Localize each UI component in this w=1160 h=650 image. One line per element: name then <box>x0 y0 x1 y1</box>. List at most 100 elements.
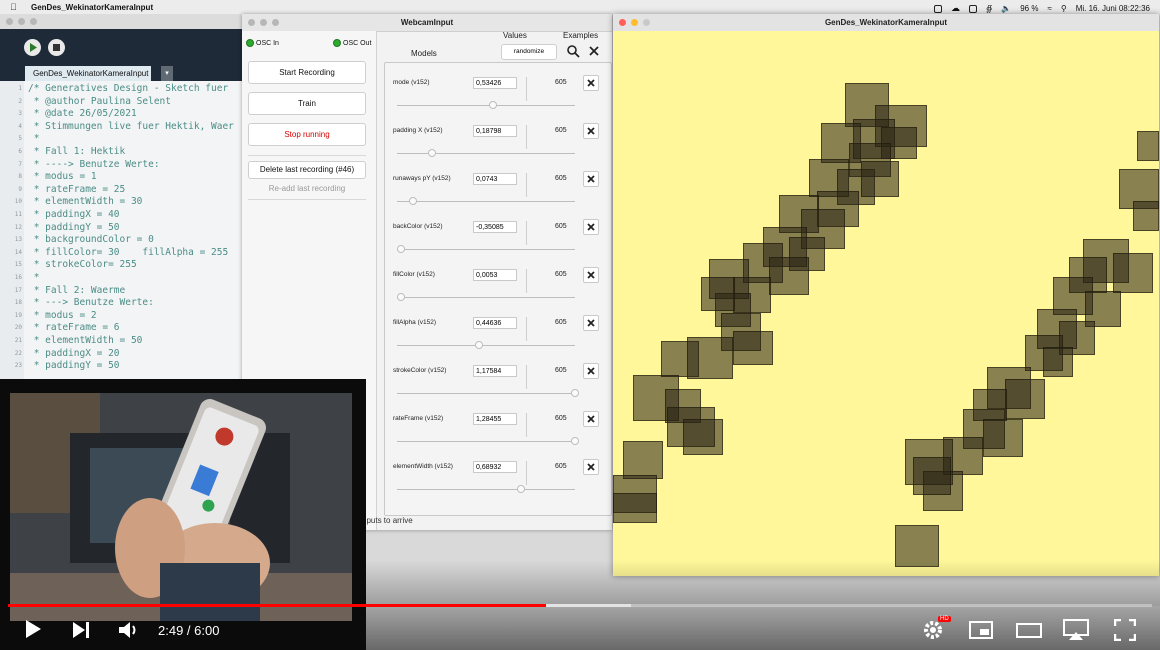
parameter-slider-thumb[interactable] <box>571 389 579 397</box>
delete-examples-button[interactable] <box>583 459 599 475</box>
randomize-button[interactable]: randomize <box>501 44 557 60</box>
apple-menu-icon[interactable]:  <box>10 2 17 12</box>
delete-examples-button[interactable] <box>583 363 599 379</box>
parameter-slider-track[interactable] <box>397 441 575 442</box>
parameter-value-field[interactable]: 1,17584 <box>473 365 517 377</box>
delete-examples-button[interactable] <box>583 411 599 427</box>
parameter-slider-thumb[interactable] <box>489 101 498 109</box>
code-line[interactable]: * @author Paulina Selent <box>28 96 171 107</box>
code-line[interactable]: * Fall 2: Waerme <box>28 285 126 296</box>
parameter-value-field[interactable]: 0,68932 <box>473 461 517 473</box>
parameter-value-field[interactable]: 0,0053 <box>473 269 517 281</box>
play-icon[interactable] <box>24 619 42 645</box>
parameter-value-field[interactable]: 0,0743 <box>473 173 517 185</box>
code-line[interactable]: * paddingY = 50 <box>28 222 120 233</box>
code-line[interactable]: * modus = 2 <box>28 310 97 321</box>
parameter-slider-track[interactable] <box>397 201 575 202</box>
minimize-window-button[interactable] <box>18 18 25 25</box>
close-window-button[interactable] <box>6 18 13 25</box>
parameter-slider-thumb[interactable] <box>397 245 405 253</box>
output-close-button[interactable] <box>619 19 626 26</box>
output-minimize-button[interactable] <box>631 19 638 26</box>
code-line[interactable]: * backgroundColor = 0 <box>28 234 154 245</box>
wek-zoom-button[interactable] <box>272 19 279 26</box>
next-icon[interactable] <box>71 620 91 646</box>
parameter-slider-thumb[interactable] <box>428 149 437 157</box>
wifi-icon[interactable]: ≈ <box>1047 4 1051 13</box>
code-line[interactable]: * paddingX = 40 <box>28 209 120 220</box>
stop-button[interactable] <box>48 39 65 56</box>
code-line[interactable]: * strokeColor= 255 <box>28 259 137 270</box>
train-button[interactable]: Train <box>248 92 366 115</box>
bluetooth-icon[interactable]: ∯ <box>986 4 992 13</box>
parameter-slider-track[interactable] <box>397 249 575 250</box>
parameter-value-field[interactable]: -0,35085 <box>473 221 517 233</box>
parameter-slider-thumb[interactable] <box>475 341 484 349</box>
code-line[interactable]: * paddingX = 20 <box>28 348 120 359</box>
window-icon[interactable] <box>968 4 977 13</box>
cloud-icon[interactable]: ☁ <box>951 3 960 14</box>
menubar-clock[interactable]: Mi. 16. Juni 08:22:36 <box>1076 4 1150 13</box>
parameter-slider-track[interactable] <box>397 297 575 298</box>
code-line[interactable]: * Stimmungen live fuer Hektik, Waer <box>28 121 234 132</box>
theater-icon[interactable] <box>1016 620 1042 646</box>
parameter-value-field[interactable]: 0,44636 <box>473 317 517 329</box>
code-line[interactable]: /* Generatives Design - Sketch fuer <box>28 83 228 94</box>
delete-all-examples-icon[interactable] <box>587 44 601 58</box>
code-line[interactable]: * paddingY = 50 <box>28 360 120 371</box>
search-icon[interactable]: ⚲ <box>1061 4 1067 13</box>
delete-examples-button[interactable] <box>583 75 599 91</box>
parameter-slider-thumb[interactable] <box>517 485 526 493</box>
start-recording-button[interactable]: Start Recording <box>248 61 366 84</box>
code-line[interactable]: * fillColor= 30 fillAlpha = 255 <box>28 247 228 258</box>
volume-status-icon[interactable]: 🔈 <box>1001 4 1011 13</box>
menubar-app-name[interactable]: GenDes_WekinatorKameraInput <box>31 3 153 12</box>
battery-text[interactable]: 96 % <box>1020 4 1038 13</box>
volume-icon[interactable] <box>118 620 140 646</box>
parameter-slider-track[interactable] <box>397 105 575 106</box>
code-line[interactable]: * ----> Benutze Werte: <box>28 159 160 170</box>
zoom-window-button[interactable] <box>30 18 37 25</box>
code-line[interactable]: * elementWidth = 50 <box>28 335 143 346</box>
readd-last-recording-button[interactable]: Re-add last recording <box>248 184 366 193</box>
code-line[interactable]: * rateFrame = 25 <box>28 184 126 195</box>
fullscreen-icon[interactable] <box>1113 618 1137 647</box>
delete-examples-button[interactable] <box>583 219 599 235</box>
stop-running-button[interactable]: Stop running <box>248 123 366 146</box>
parameter-slider-track[interactable] <box>397 393 575 394</box>
code-line[interactable]: * elementWidth = 30 <box>28 196 143 207</box>
generative-canvas[interactable] <box>613 31 1159 576</box>
wek-close-button[interactable] <box>248 19 255 26</box>
parameter-slider-thumb[interactable] <box>571 437 579 445</box>
code-line[interactable]: * <box>28 272 40 283</box>
miniplayer-icon[interactable] <box>969 620 993 646</box>
output-zoom-button[interactable] <box>643 19 650 26</box>
code-line[interactable]: * ---> Benutze Werte: <box>28 297 154 308</box>
parameter-slider-track[interactable] <box>397 345 575 346</box>
delete-examples-button[interactable] <box>583 123 599 139</box>
tab-menu-icon[interactable]: ▾ <box>161 66 173 81</box>
wek-minimize-button[interactable] <box>260 19 267 26</box>
code-line[interactable]: * @date 26/05/2021 <box>28 108 137 119</box>
delete-examples-button[interactable] <box>583 315 599 331</box>
parameter-slider-track[interactable] <box>397 153 575 154</box>
delete-examples-button[interactable] <box>583 171 599 187</box>
record-status-icon[interactable] <box>933 4 942 13</box>
run-button[interactable] <box>24 39 41 56</box>
parameter-value-field[interactable]: 1,28455 <box>473 413 517 425</box>
code-line[interactable]: * <box>28 133 40 144</box>
code-line[interactable]: * modus = 1 <box>28 171 97 182</box>
parameter-slider-thumb[interactable] <box>409 197 418 205</box>
parameter-value-field[interactable]: 0,18798 <box>473 125 517 137</box>
airplay-icon[interactable] <box>1063 619 1089 647</box>
settings-icon[interactable] <box>922 619 944 647</box>
code-line[interactable]: * rateFrame = 6 <box>28 322 120 333</box>
delete-last-recording-button[interactable]: Delete last recording (#46) <box>248 161 366 179</box>
search-examples-icon[interactable] <box>566 44 580 58</box>
delete-examples-button[interactable] <box>583 267 599 283</box>
code-line[interactable]: * Fall 1: Hektik <box>28 146 126 157</box>
parameter-value-field[interactable]: 0,53426 <box>473 77 517 89</box>
sketch-tab[interactable]: GenDes_WekinatorKameraInput <box>25 66 151 81</box>
parameter-slider-thumb[interactable] <box>397 293 405 301</box>
parameter-slider-track[interactable] <box>397 489 575 490</box>
